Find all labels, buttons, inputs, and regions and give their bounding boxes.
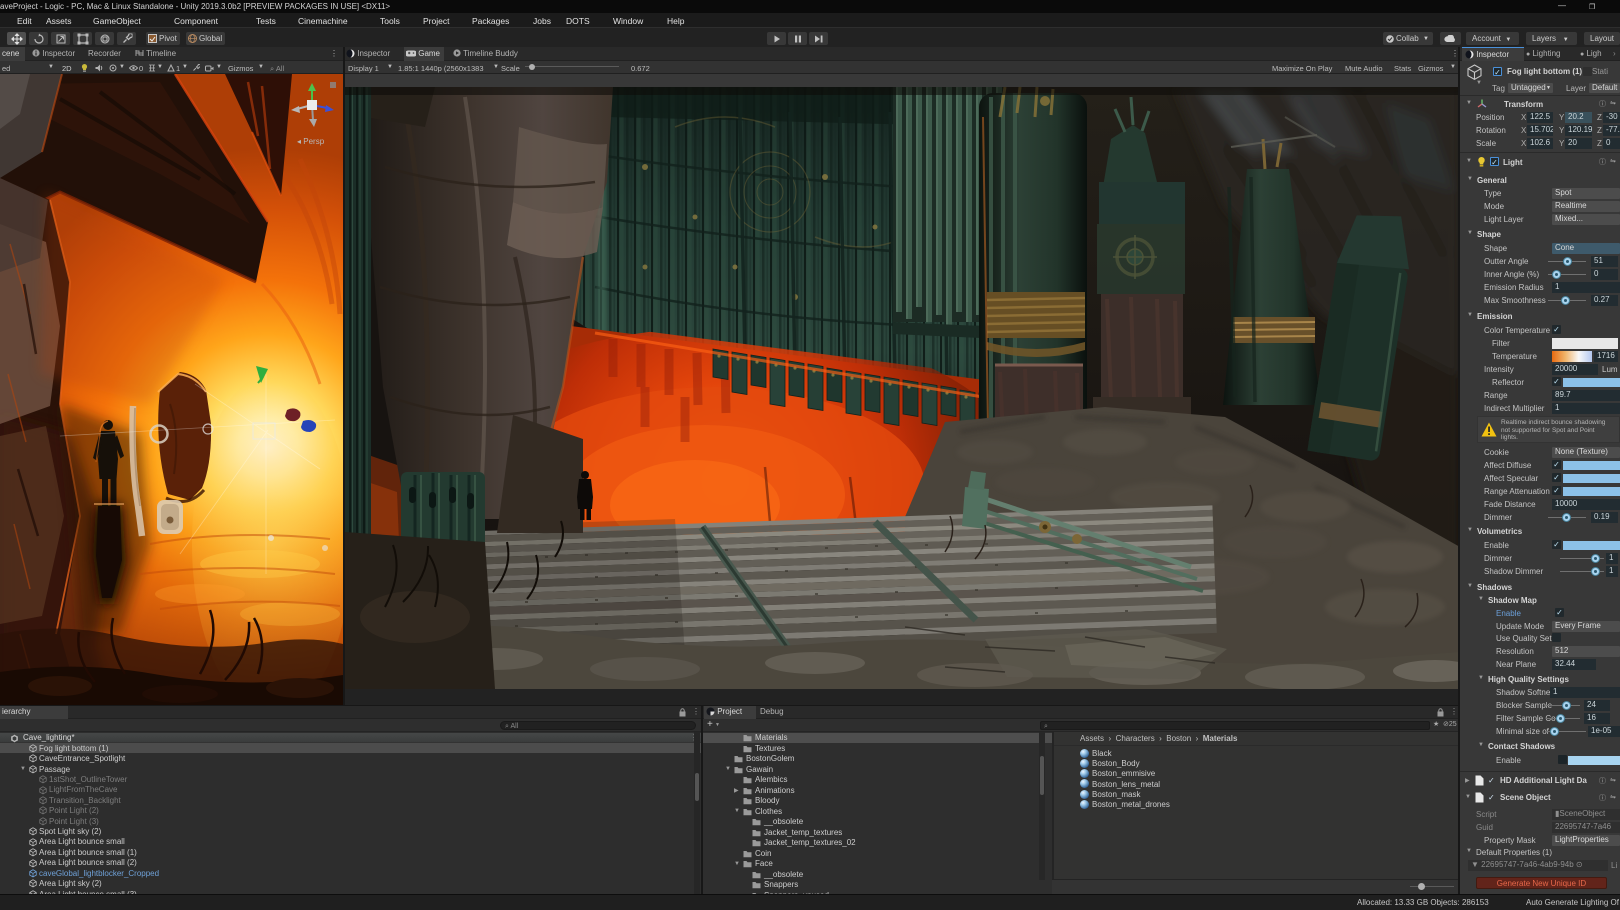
svg-text:◂ Persp: ◂ Persp bbox=[297, 137, 325, 146]
